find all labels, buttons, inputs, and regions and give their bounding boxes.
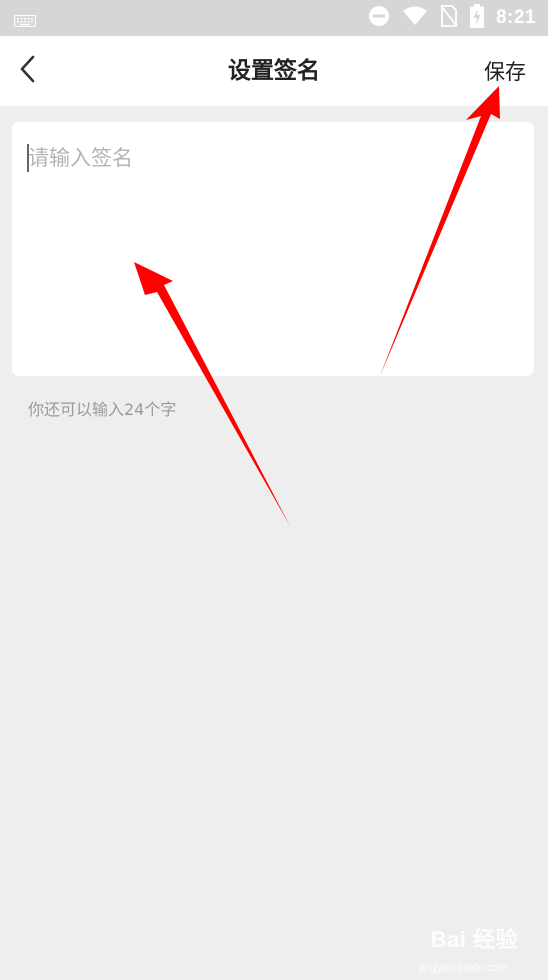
signature-input[interactable] — [24, 142, 518, 362]
status-time: 8:21 — [495, 7, 536, 28]
text-caret — [27, 144, 29, 172]
battery-charging-icon — [469, 4, 484, 32]
watermark-logo: Bai 经验 — [430, 927, 518, 952]
signature-card — [12, 122, 534, 376]
status-bar: 8:21 — [0, 0, 548, 36]
screen: 8:21 设置签名 保存 你还可以输入24个字 Bai 经验 jingyan.b… — [0, 0, 548, 980]
save-button[interactable]: 保存 — [484, 36, 526, 106]
title-bar: 设置签名 保存 — [0, 36, 548, 106]
keyboard-icon — [13, 12, 37, 31]
page-title: 设置签名 — [228, 58, 320, 84]
no-sim-icon — [440, 5, 458, 31]
remaining-char-counter: 你还可以输入24个字 — [28, 400, 177, 419]
status-icons: 8:21 — [368, 0, 536, 36]
wifi-icon — [402, 6, 428, 30]
watermark-url: jingyan.baidu.com — [419, 962, 508, 974]
do-not-disturb-icon — [368, 5, 390, 31]
